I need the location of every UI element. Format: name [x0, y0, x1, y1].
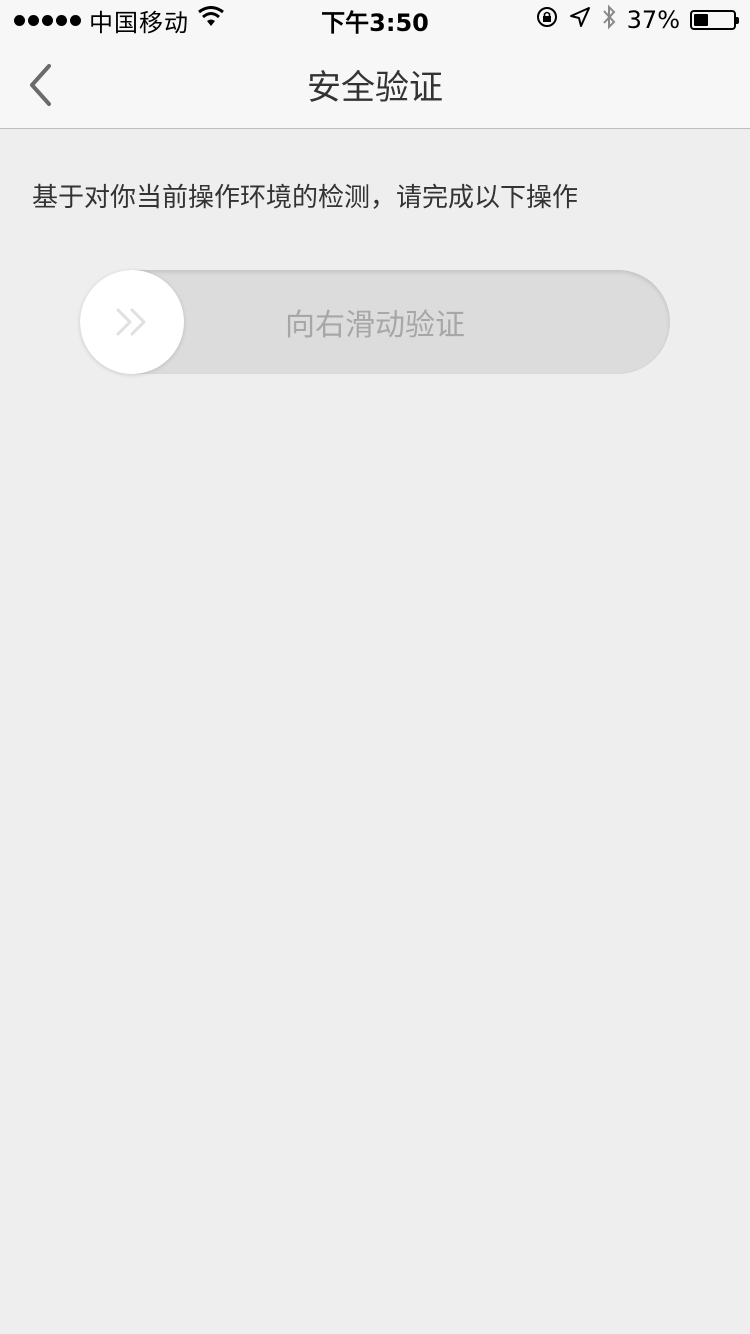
bluetooth-icon [601, 4, 617, 36]
location-icon [569, 6, 591, 34]
page-title: 安全验证 [307, 67, 443, 108]
wifi-icon [197, 6, 225, 34]
battery-icon [690, 10, 739, 30]
status-right: 37% [535, 4, 739, 36]
carrier-label: 中国移动 [89, 8, 189, 37]
status-bar: 中国移动 下午3:50 37% [0, 0, 750, 40]
battery-percent: 37% [626, 6, 680, 34]
status-time: 下午3:50 [321, 8, 429, 37]
status-left: 中国移动 [14, 3, 225, 38]
signal-dots-icon [14, 14, 81, 26]
double-chevron-right-icon [116, 308, 146, 336]
navigation-bar: 安全验证 [0, 40, 750, 129]
rotation-lock-icon [535, 5, 559, 35]
slide-verify-knob[interactable] [80, 270, 184, 374]
slide-verify-track[interactable]: 向右滑动验证 [80, 270, 670, 374]
instruction-text: 基于对你当前操作环境的检测，请完成以下操作 [32, 183, 579, 213]
